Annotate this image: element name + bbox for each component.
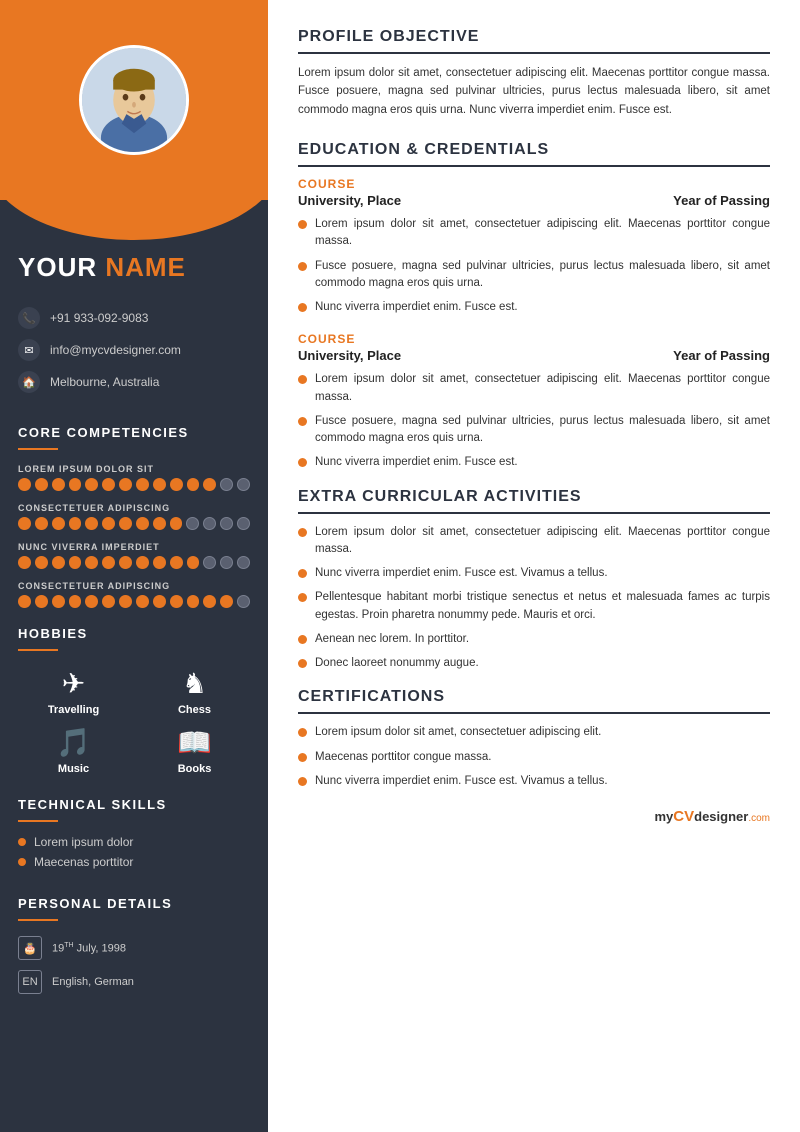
- extra-bullet-5: Donec laoreet nonummy augue.: [298, 655, 770, 672]
- competency-label-1: LOREM IPSUM DOLOR SIT: [18, 464, 250, 474]
- edu-bullet-1-3: Nunc viverra imperdiet enim. Fusce est.: [298, 299, 770, 316]
- email-icon: ✉: [18, 339, 40, 361]
- edu-bullets-2: Lorem ipsum dolor sit amet, consectetuer…: [298, 371, 770, 471]
- skill-1: Lorem ipsum dolor: [0, 832, 268, 852]
- competencies-title: CORE COMPETENCIES: [0, 415, 268, 448]
- edu-year-1: Year of Passing: [673, 193, 770, 208]
- skill-dot-2: [18, 858, 26, 866]
- profile-text: Lorem ipsum dolor sit amet, consectetuer…: [298, 64, 770, 119]
- competency-4: CONSECTETUER ADIPISCING: [0, 577, 268, 616]
- hobby-travelling: ✈ Travelling: [18, 667, 129, 716]
- contact-phone: 📞 +91 933-092-9083: [18, 307, 250, 329]
- contact-email: ✉ info@mycvdesigner.com: [18, 339, 250, 361]
- phone-icon: 📞: [18, 307, 40, 329]
- personal-dob: 🎂 19TH July, 1998: [0, 931, 268, 965]
- edu-row-2: University, Place Year of Passing: [298, 348, 770, 363]
- competency-1: LOREM IPSUM DOLOR SIT: [0, 460, 268, 499]
- hobby-chess: ♞ Chess: [139, 667, 250, 716]
- profile-divider: [298, 52, 770, 54]
- personal-divider: [18, 919, 58, 921]
- profile-title: PROFILE OBJECTIVE: [298, 28, 770, 46]
- extracurricular-bullets: Lorem ipsum dolor sit amet, consectetuer…: [298, 524, 770, 673]
- edu-university-2: University, Place: [298, 348, 401, 363]
- competency-3: NUNC VIVERRA IMPERDIET: [0, 538, 268, 577]
- sidebar-top: [0, 0, 268, 200]
- technical-divider: [18, 820, 58, 822]
- technical-title: TECHNICAL SKILLS: [0, 787, 268, 820]
- competency-label-4: CONSECTETUER ADIPISCING: [18, 581, 250, 591]
- education-title: EDUCATION & CREDENTIALS: [298, 141, 770, 159]
- course-label-2: COURSE: [298, 332, 770, 346]
- extra-bullet-3: Pellentesque habitant morbi tristique se…: [298, 589, 770, 624]
- certifications-bullets: Lorem ipsum dolor sit amet, consectetuer…: [298, 724, 770, 790]
- certifications-title: CERTIFICATIONS: [298, 688, 770, 706]
- hobby-label-books: Books: [178, 763, 212, 775]
- edu-university-1: University, Place: [298, 193, 401, 208]
- chess-icon: ♞: [182, 667, 207, 700]
- hobby-books: 📖 Books: [139, 726, 250, 775]
- contact-address: 🏠 Melbourne, Australia: [18, 371, 250, 393]
- edu-year-2: Year of Passing: [673, 348, 770, 363]
- hobby-label-music: Music: [58, 763, 89, 775]
- main-content: PROFILE OBJECTIVE Lorem ipsum dolor sit …: [268, 0, 800, 1132]
- edu-bullet-2-3: Nunc viverra imperdiet enim. Fusce est.: [298, 454, 770, 471]
- edu-bullet-2-2: Fusce posuere, magna sed pulvinar ultric…: [298, 413, 770, 448]
- language-icon: EN: [18, 970, 42, 994]
- certifications-divider: [298, 712, 770, 714]
- competency-label-3: NUNC VIVERRA IMPERDIET: [18, 542, 250, 552]
- sidebar: YOUR NAME 📞 +91 933-092-9083 ✉ info@mycv…: [0, 0, 268, 1132]
- skill-2: Maecenas porttitor: [0, 852, 268, 872]
- watermark: myCVdesigner.com: [298, 808, 770, 825]
- hobbies-grid: ✈ Travelling ♞ Chess 🎵 Music 📖 Books: [0, 661, 268, 787]
- competency-2: CONSECTETUER ADIPISCING: [0, 499, 268, 538]
- dob-icon: 🎂: [18, 936, 42, 960]
- extra-bullet-2: Nunc viverra imperdiet enim. Fusce est. …: [298, 565, 770, 582]
- competency-dots-4: [18, 595, 250, 608]
- travelling-icon: ✈: [62, 667, 85, 700]
- edu-bullet-1-1: Lorem ipsum dolor sit amet, consectetuer…: [298, 216, 770, 251]
- edu-bullet-2-1: Lorem ipsum dolor sit amet, consectetuer…: [298, 371, 770, 406]
- competency-dots-1: [18, 478, 250, 491]
- cert-bullet-3: Nunc viverra imperdiet enim. Fusce est. …: [298, 773, 770, 790]
- watermark-com: .com: [748, 813, 770, 824]
- cert-bullet-1: Lorem ipsum dolor sit amet, consectetuer…: [298, 724, 770, 741]
- watermark-my: my: [655, 809, 674, 824]
- edu-bullets-1: Lorem ipsum dolor sit amet, consectetuer…: [298, 216, 770, 316]
- name-section: YOUR NAME: [0, 252, 268, 299]
- competency-label-2: CONSECTETUER ADIPISCING: [18, 503, 250, 513]
- watermark-cv: CV: [673, 808, 694, 825]
- name-white: YOUR: [18, 252, 105, 282]
- contact-section: 📞 +91 933-092-9083 ✉ info@mycvdesigner.c…: [0, 299, 268, 415]
- avatar: [79, 45, 189, 155]
- extracurricular-title: EXTRA CURRICULAR ACTIVITIES: [298, 488, 770, 506]
- music-icon: 🎵: [56, 726, 91, 759]
- education-divider: [298, 165, 770, 167]
- personal-language: EN English, German: [0, 965, 268, 999]
- extra-bullet-4: Aenean nec lorem. In porttitor.: [298, 631, 770, 648]
- watermark-designer: designer: [694, 809, 748, 824]
- address-icon: 🏠: [18, 371, 40, 393]
- competency-dots-3: [18, 556, 250, 569]
- books-icon: 📖: [177, 726, 212, 759]
- hobbies-title: HOBBIES: [0, 616, 268, 649]
- cert-bullet-2: Maecenas porttitor congue massa.: [298, 749, 770, 766]
- extracurricular-divider: [298, 512, 770, 514]
- extra-bullet-1: Lorem ipsum dolor sit amet, consectetuer…: [298, 524, 770, 559]
- competencies-divider: [18, 448, 58, 450]
- edu-bullet-1-2: Fusce posuere, magna sed pulvinar ultric…: [298, 258, 770, 293]
- hobby-label-chess: Chess: [178, 704, 211, 716]
- skill-dot-1: [18, 838, 26, 846]
- personal-title: PERSONAL DETAILS: [0, 886, 268, 919]
- hobby-music: 🎵 Music: [18, 726, 129, 775]
- competency-dots-2: [18, 517, 250, 530]
- hobbies-divider: [18, 649, 58, 651]
- course-label-1: COURSE: [298, 177, 770, 191]
- edu-row-1: University, Place Year of Passing: [298, 193, 770, 208]
- name-orange: NAME: [105, 252, 186, 282]
- hobby-label-travelling: Travelling: [48, 704, 99, 716]
